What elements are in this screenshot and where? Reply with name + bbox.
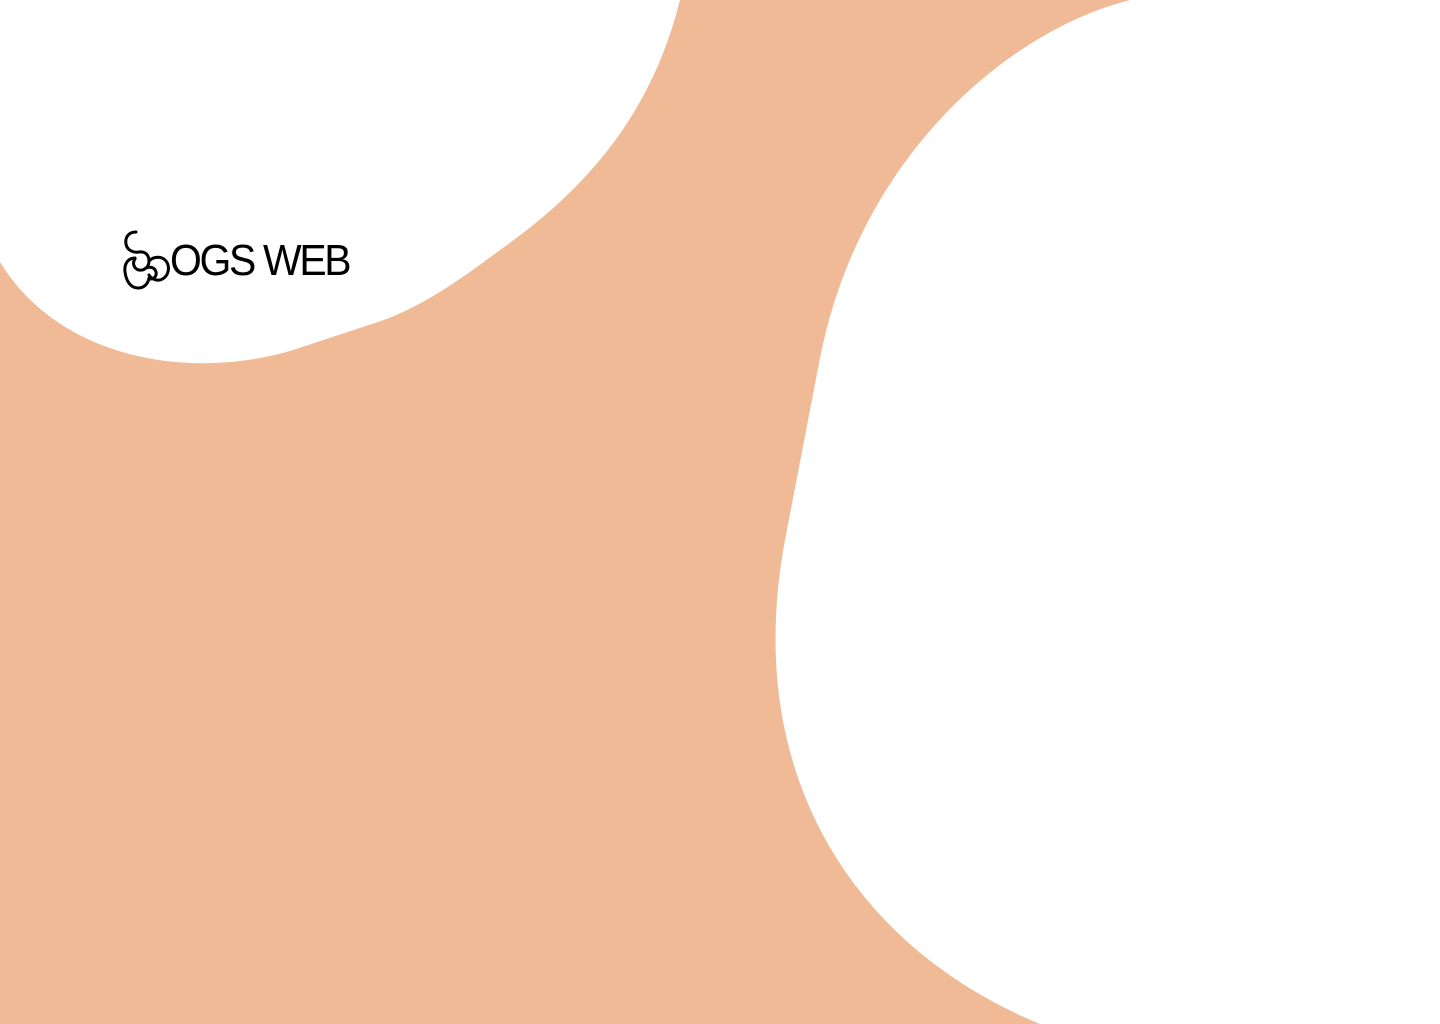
brand-logo-link[interactable]: OGS WEB xyxy=(122,228,363,294)
brand-name: OGS WEB xyxy=(170,236,352,285)
landing-page: OGS WEB xyxy=(0,0,1440,1024)
background-shapes xyxy=(0,0,1440,1024)
paw-swirl-icon xyxy=(123,230,170,290)
